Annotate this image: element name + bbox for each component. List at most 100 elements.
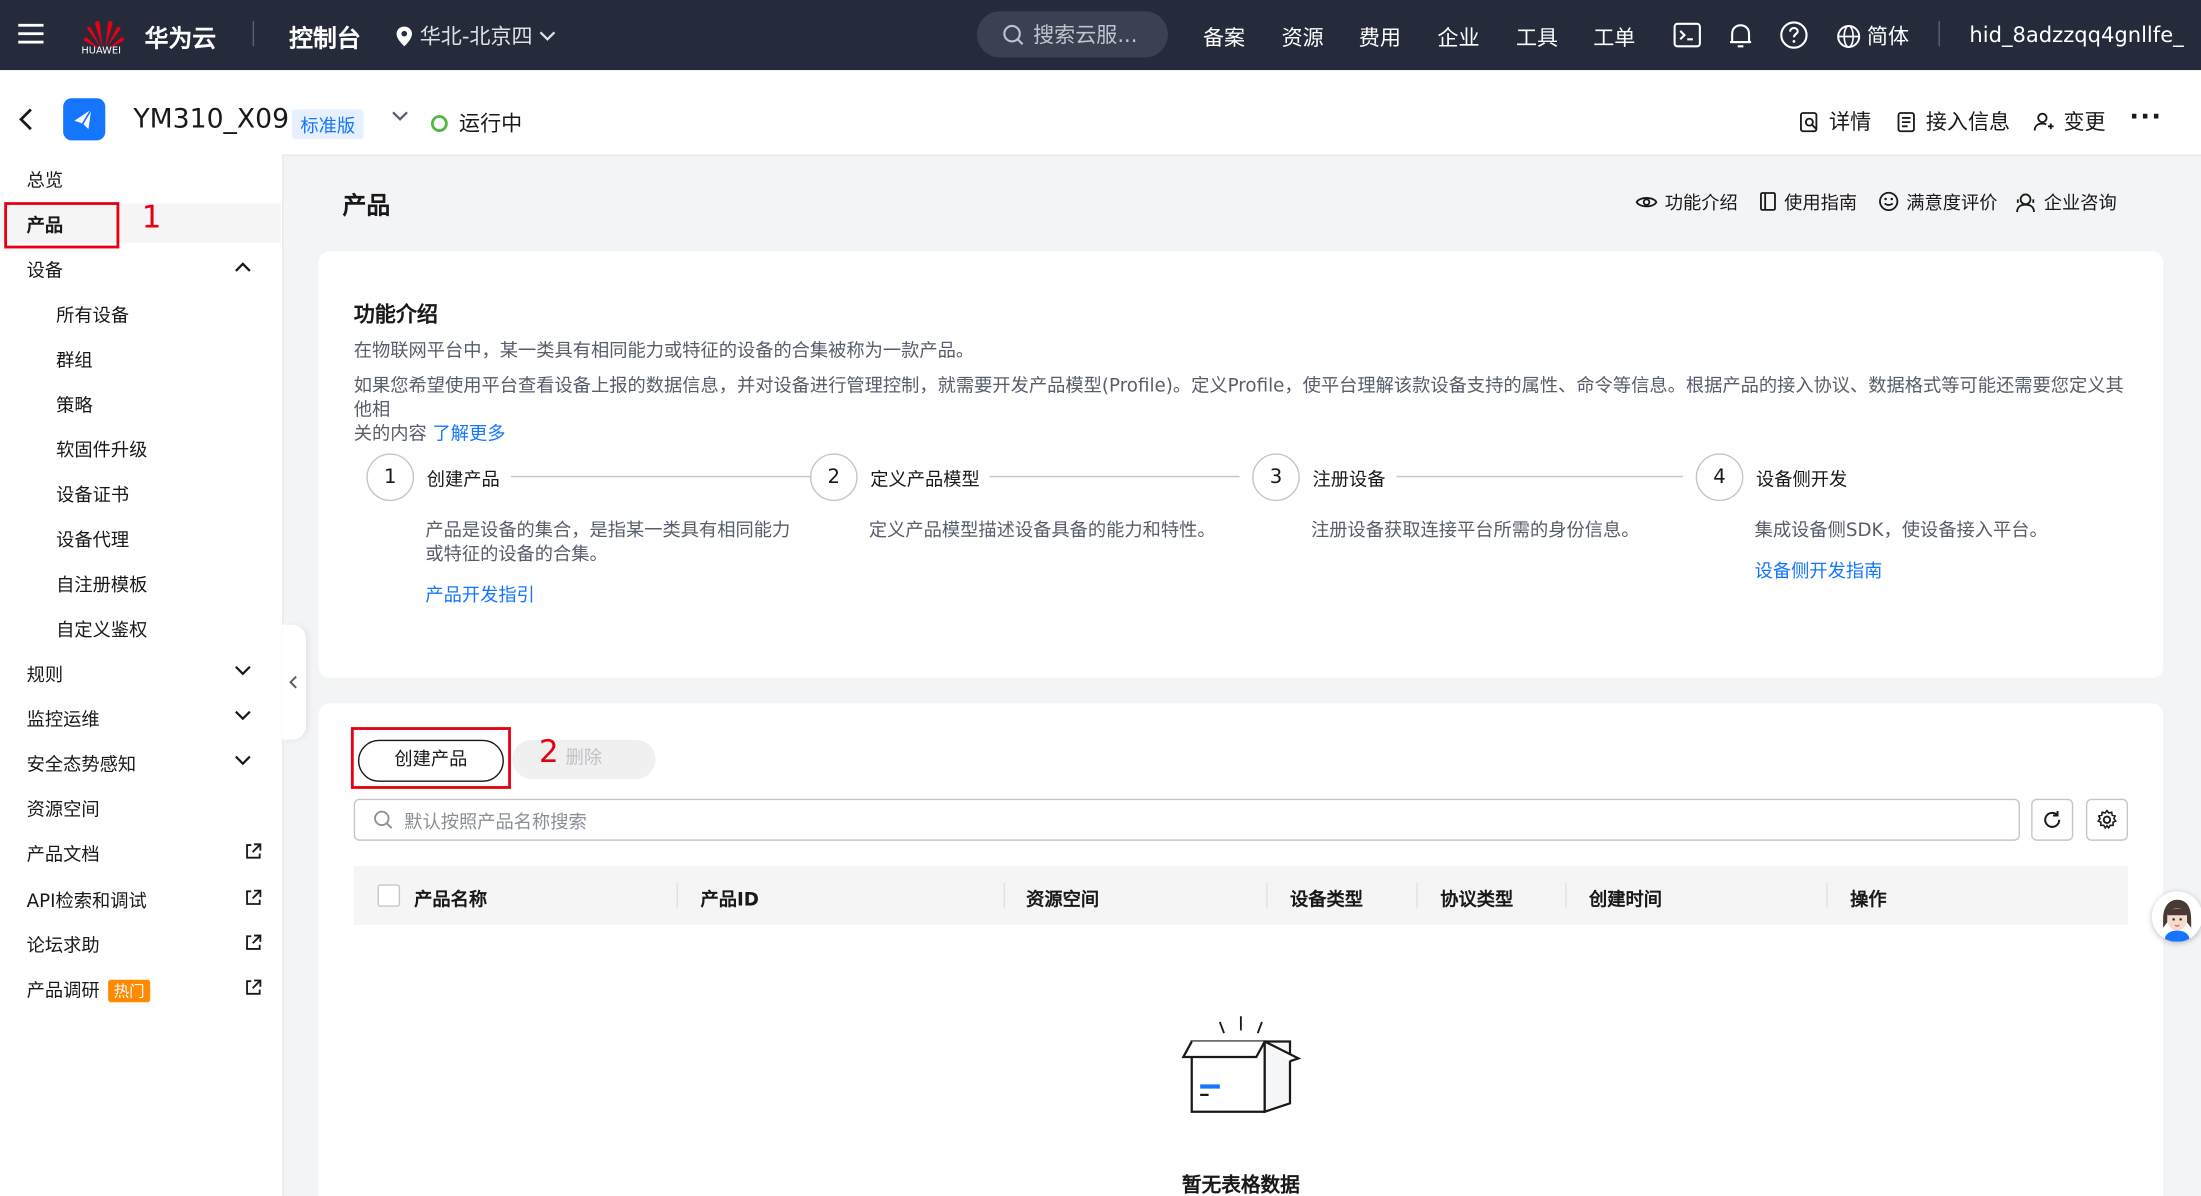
sidebar-item-label: 自注册模板	[56, 574, 148, 596]
step-number: 4	[1695, 453, 1744, 502]
step-description: 定义产品模型描述设备具备的能力和特性。	[868, 520, 1216, 542]
chevron-down-icon	[235, 665, 251, 676]
globe-icon	[1837, 24, 1861, 48]
sidebar-item-all-devices[interactable]: 所有设备	[0, 293, 281, 332]
column-header-actions: 操作	[1850, 889, 1887, 912]
product-list-card: 创建产品 删除 默认按照产品名称搜索 产品名称 产品ID 资源空间 设备类型 协…	[318, 703, 2164, 1196]
sidebar: 总览 产品 设备 所有设备 群组 策略 软固件升级 设备证书 设备代理 自注册模…	[0, 154, 284, 1196]
step-number: 3	[1252, 453, 1300, 502]
nav-tickets[interactable]: 工单	[1593, 22, 1635, 51]
column-header-device-type[interactable]: 设备类型	[1290, 884, 1363, 911]
user-account[interactable]: hid_8adzzqq4gnllfe_	[1969, 22, 2183, 47]
more-icon[interactable]: ···	[2129, 102, 2162, 131]
sidebar-item-forum[interactable]: 论坛求助	[0, 924, 281, 963]
gear-icon	[2097, 809, 2117, 830]
refresh-button[interactable]	[2031, 798, 2074, 841]
intro-card: 功能介绍 在物联网平台中，某一类具有相同能力或特征的设备的合集被称为一款产品。 …	[318, 251, 2164, 678]
survey-label: 产品调研	[26, 980, 100, 1002]
sidebar-item-security[interactable]: 安全态势感知	[0, 743, 281, 782]
sidebar-item-self-registration-template[interactable]: 自注册模板	[0, 563, 281, 602]
sidebar-item-rules[interactable]: 规则	[0, 653, 281, 692]
sidebar-collapse-handle[interactable]	[282, 624, 307, 740]
page-title: 产品	[342, 192, 391, 221]
product-dev-guide-link[interactable]: 产品开发指引	[425, 580, 535, 606]
terminal-icon[interactable]	[1672, 20, 1703, 51]
help-icon[interactable]	[1778, 20, 1809, 51]
instance-status: 运行中	[430, 108, 522, 137]
language-selector[interactable]: 简体	[1836, 21, 1909, 50]
sidebar-item-label: 自定义鉴权	[56, 619, 148, 641]
learn-more-link[interactable]: 了解更多	[433, 424, 506, 445]
chevron-down-icon[interactable]	[390, 109, 410, 123]
sidebar-item-label: 设备	[26, 260, 64, 282]
sidebar-item-label: 安全态势感知	[26, 754, 137, 776]
nav-billing[interactable]: 费用	[1359, 22, 1401, 51]
global-search[interactable]: 搜索云服...	[976, 11, 1168, 58]
chevron-down-icon	[235, 755, 251, 766]
sidebar-item-custom-auth[interactable]: 自定义鉴权	[0, 608, 281, 647]
step-title: 设备侧开发	[1756, 470, 1848, 492]
details-label: 详情	[1829, 109, 1872, 135]
help-link-label: 满意度评价	[1906, 193, 1998, 215]
bell-icon[interactable]	[1725, 20, 1756, 51]
help-link-guide[interactable]: 使用指南	[1759, 188, 1857, 215]
language-label: 简体	[1866, 23, 1910, 50]
sidebar-item-overview[interactable]: 总览	[0, 159, 281, 198]
sidebar-item-label: 软固件升级	[56, 440, 148, 462]
region-selector[interactable]: 华北-北京四	[394, 21, 557, 50]
chevron-left-icon	[289, 675, 297, 689]
edition-badge: 标准版	[291, 109, 364, 139]
sidebar-item-label: 监控运维	[26, 709, 100, 731]
menu-icon[interactable]	[17, 20, 45, 48]
product-search-input[interactable]: 默认按照产品名称搜索	[353, 798, 2020, 841]
sidebar-item-resource-space[interactable]: 资源空间	[0, 787, 281, 826]
column-header-product-name[interactable]: 产品名称	[414, 884, 487, 911]
nav-tools[interactable]: 工具	[1516, 22, 1558, 51]
sidebar-item-policies[interactable]: 策略	[0, 383, 281, 422]
nav-resources[interactable]: 资源	[1282, 22, 1324, 51]
sidebar-item-firmware-upgrade[interactable]: 软固件升级	[0, 428, 281, 467]
step-description: 产品是设备的集合，是指某一类具有相同能力或特征的设备的合集。	[425, 520, 791, 566]
nav-enterprise[interactable]: 企业	[1437, 22, 1479, 51]
help-link-label: 企业咨询	[2043, 193, 2117, 215]
consult-icon	[2016, 192, 2035, 212]
eye-icon	[1635, 196, 1658, 207]
step-title: 定义产品模型	[870, 470, 980, 492]
column-header-protocol-type[interactable]: 协议类型	[1440, 884, 1513, 911]
delete-button[interactable]: 删除	[512, 739, 656, 780]
access-info-button[interactable]: 接入信息	[1895, 107, 2010, 136]
console-link[interactable]: 控制台	[289, 18, 361, 53]
nav-beian[interactable]: 备案	[1203, 22, 1245, 51]
back-arrow-icon[interactable]	[17, 107, 37, 132]
sidebar-item-product-docs[interactable]: 产品文档	[0, 832, 281, 871]
help-link-intro[interactable]: 功能介绍	[1635, 188, 1738, 215]
sidebar-item-label: 群组	[56, 350, 93, 372]
brand-name[interactable]: 华为云	[145, 18, 217, 53]
column-header-resource-space[interactable]: 资源空间	[1026, 884, 1099, 911]
sidebar-item-survey[interactable]: 产品调研 热门	[0, 969, 281, 1008]
sidebar-item-api-explorer[interactable]: API检索和调试	[0, 879, 281, 918]
device-dev-guide-link[interactable]: 设备侧开发指南	[1755, 556, 1883, 582]
logo-text: HUAWEI	[81, 44, 122, 57]
change-button[interactable]: 变更	[2033, 107, 2106, 136]
help-link-satisfaction[interactable]: 满意度评价	[1878, 188, 1997, 215]
details-button[interactable]: 详情	[1798, 107, 1871, 136]
sidebar-item-monitoring[interactable]: 监控运维	[0, 698, 281, 737]
column-header-created-time[interactable]: 创建时间	[1589, 884, 1662, 911]
assistant-avatar[interactable]	[2151, 891, 2201, 942]
intro-paragraph-2-text: 如果您希望使用平台查看设备上报的数据信息，并对设备进行管理控制，就需要开发产品模…	[353, 376, 2124, 422]
sidebar-item-groups[interactable]: 群组	[0, 338, 281, 377]
sidebar-item-label: 设备代理	[56, 529, 130, 551]
annotation-box-create-product	[350, 727, 511, 789]
help-link-label: 使用指南	[1784, 193, 1858, 215]
sidebar-item-label: API检索和调试	[26, 890, 147, 912]
column-header-product-id[interactable]: 产品ID	[700, 884, 758, 911]
sidebar-item-device-proxy[interactable]: 设备代理	[0, 518, 281, 557]
sidebar-item-devices[interactable]: 设备	[0, 248, 281, 287]
annotation-box-products	[4, 202, 120, 249]
sidebar-item-device-certificates[interactable]: 设备证书	[0, 473, 281, 512]
help-link-consult[interactable]: 企业咨询	[2014, 188, 2117, 215]
settings-button[interactable]	[2085, 798, 2129, 841]
region-label: 华北-北京四	[419, 23, 533, 50]
select-all-checkbox[interactable]	[377, 884, 401, 907]
